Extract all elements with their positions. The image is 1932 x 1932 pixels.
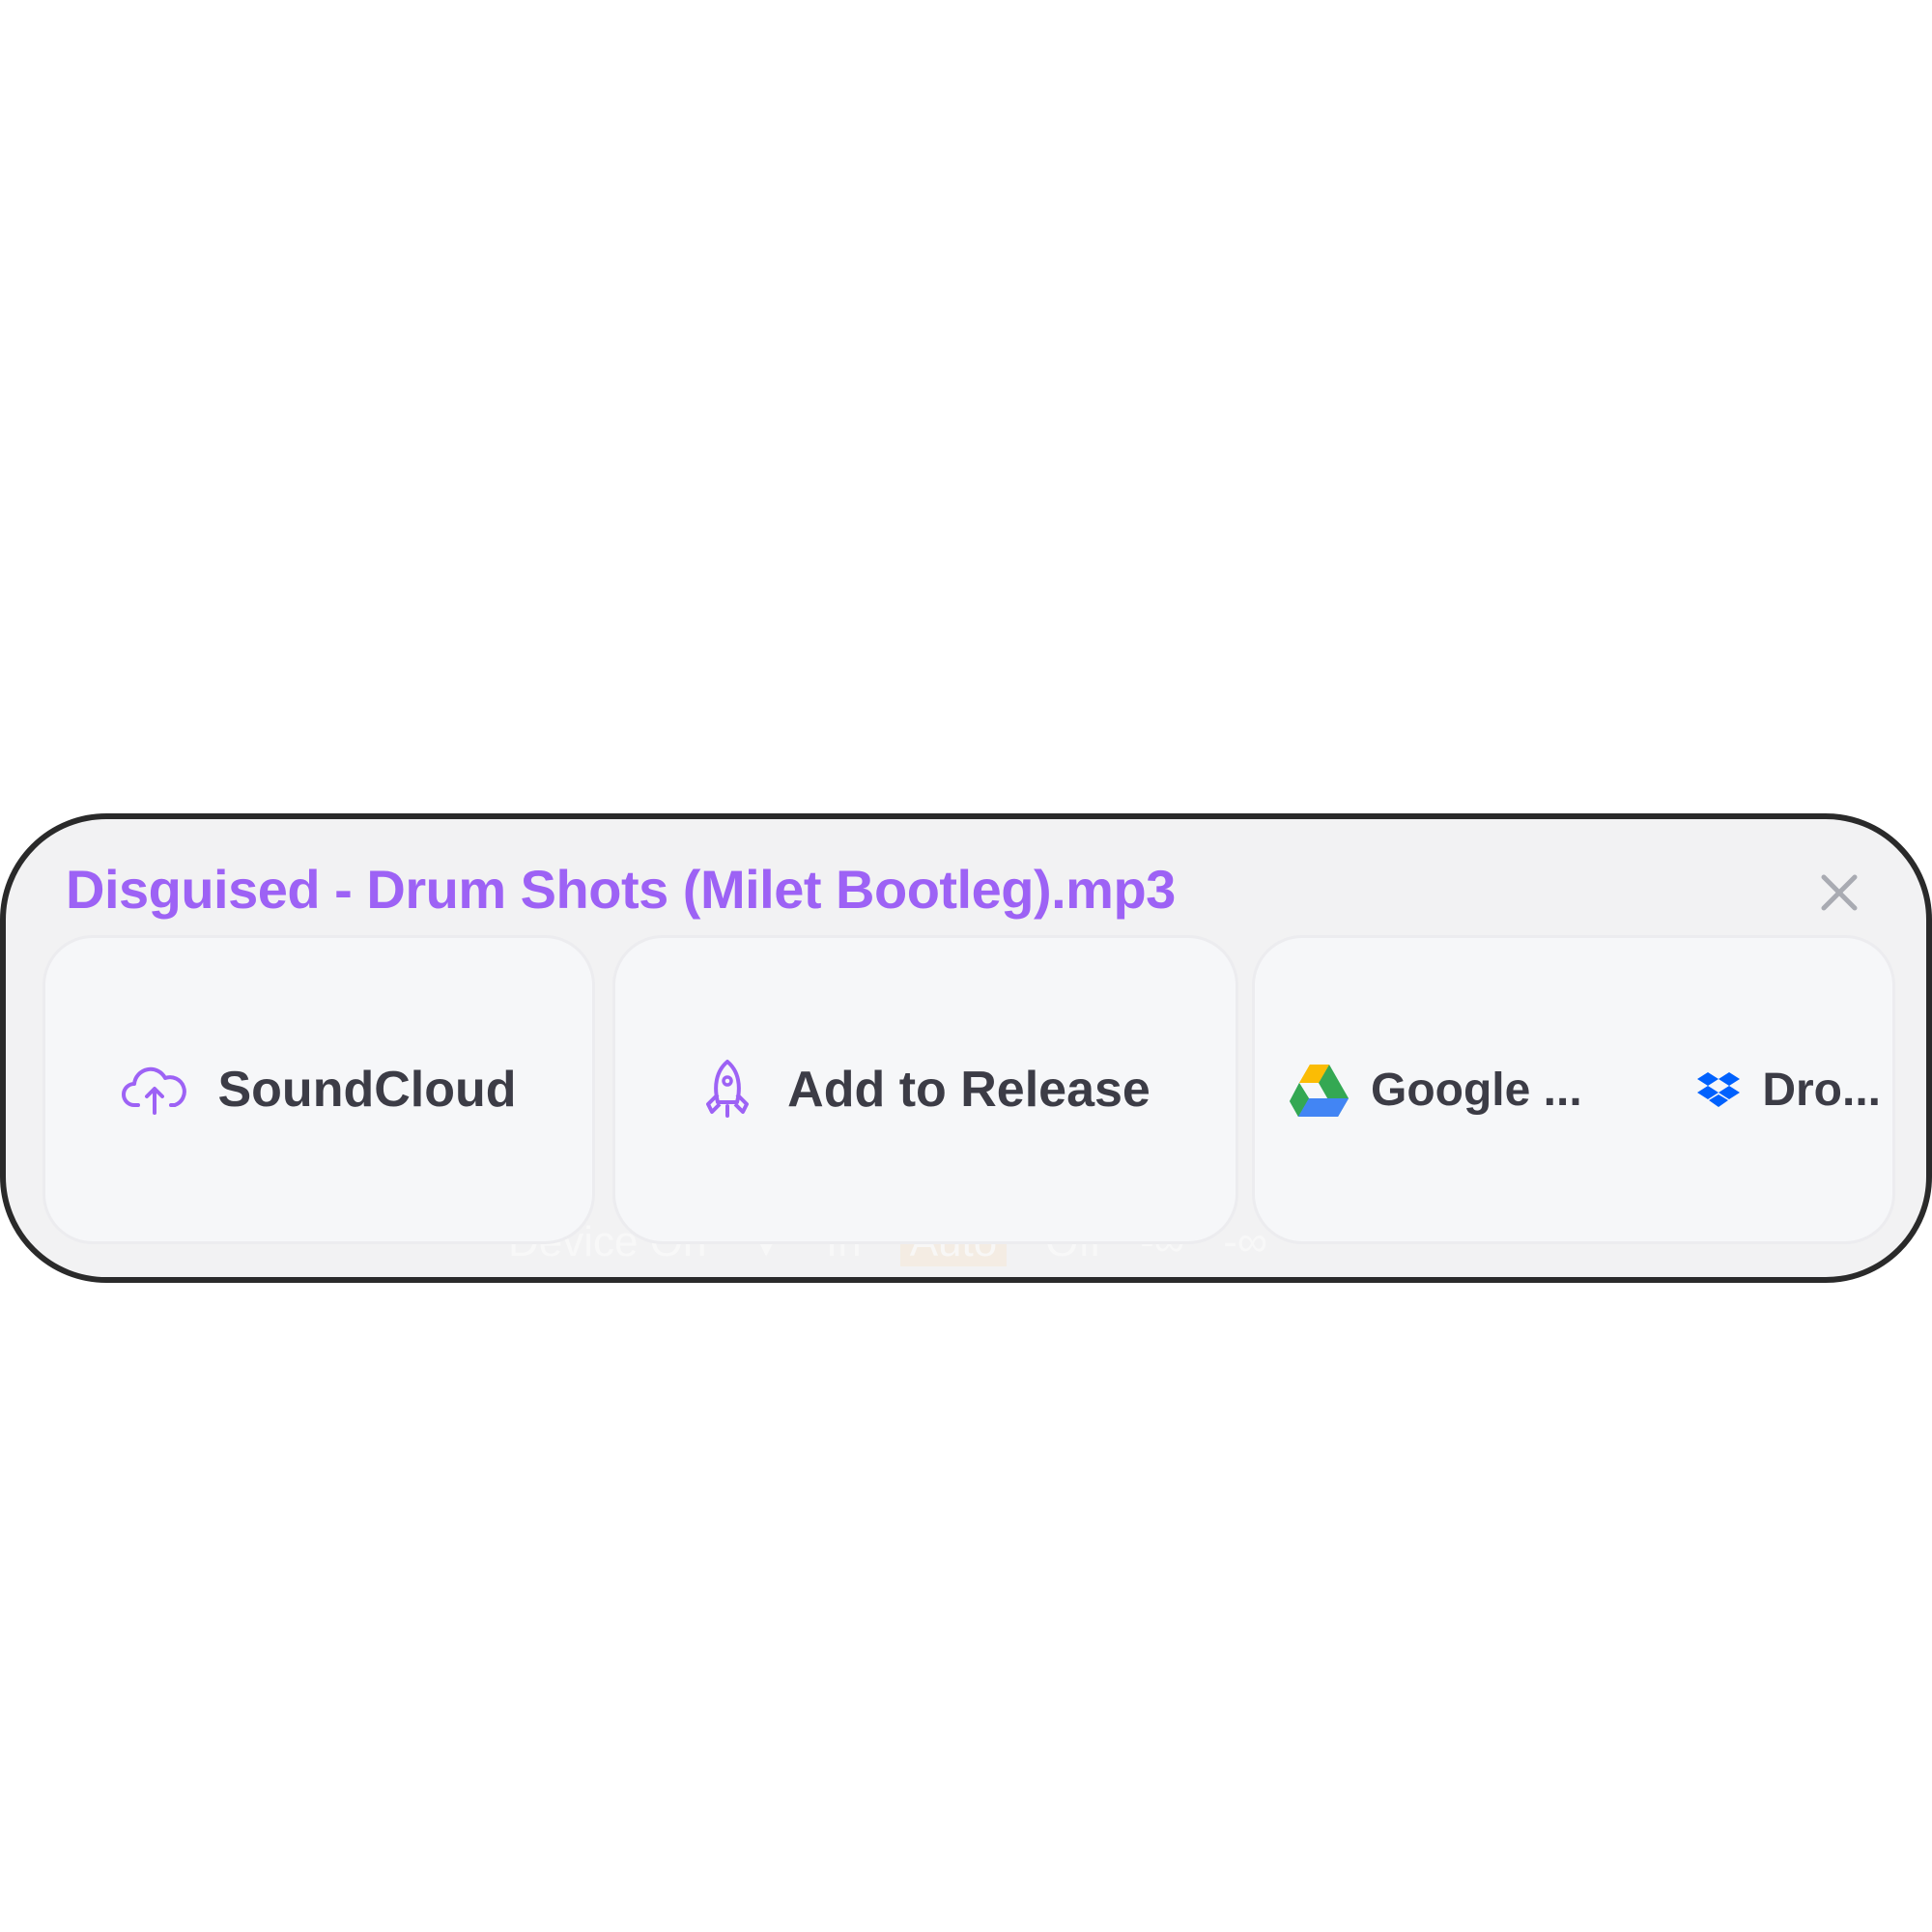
- google-drive-icon: [1290, 1063, 1350, 1117]
- stage: Device On ▼ In Auto Off -∞ -∞ Disguised …: [0, 0, 1932, 1932]
- cloud-storage-card: Google ... Dro...: [1252, 935, 1895, 1244]
- google-drive-label: Google ...: [1371, 1064, 1582, 1116]
- add-to-release-label: Add to Release: [787, 1062, 1151, 1118]
- close-button[interactable]: [1812, 866, 1866, 920]
- dropbox-icon: [1696, 1070, 1741, 1109]
- google-drive-button[interactable]: Google ...: [1290, 1063, 1582, 1117]
- dropbox-button[interactable]: Dro...: [1696, 1064, 1881, 1117]
- dropbox-label: Dro...: [1762, 1064, 1881, 1116]
- share-panel: Device On ▼ In Auto Off -∞ -∞ Disguised …: [0, 813, 1932, 1283]
- soundcloud-button[interactable]: SoundCloud: [43, 935, 595, 1244]
- destination-cards: SoundCloud Add to Release Google ... Dro…: [43, 935, 1895, 1244]
- soundcloud-label: SoundCloud: [217, 1062, 517, 1118]
- rocket-icon: [700, 1058, 754, 1122]
- close-icon: [1818, 871, 1861, 914]
- add-to-release-button[interactable]: Add to Release: [612, 935, 1238, 1244]
- cloud-upload-icon: [121, 1063, 188, 1117]
- file-title: Disguised - Drum Shots (Milet Bootleg).m…: [66, 859, 1176, 920]
